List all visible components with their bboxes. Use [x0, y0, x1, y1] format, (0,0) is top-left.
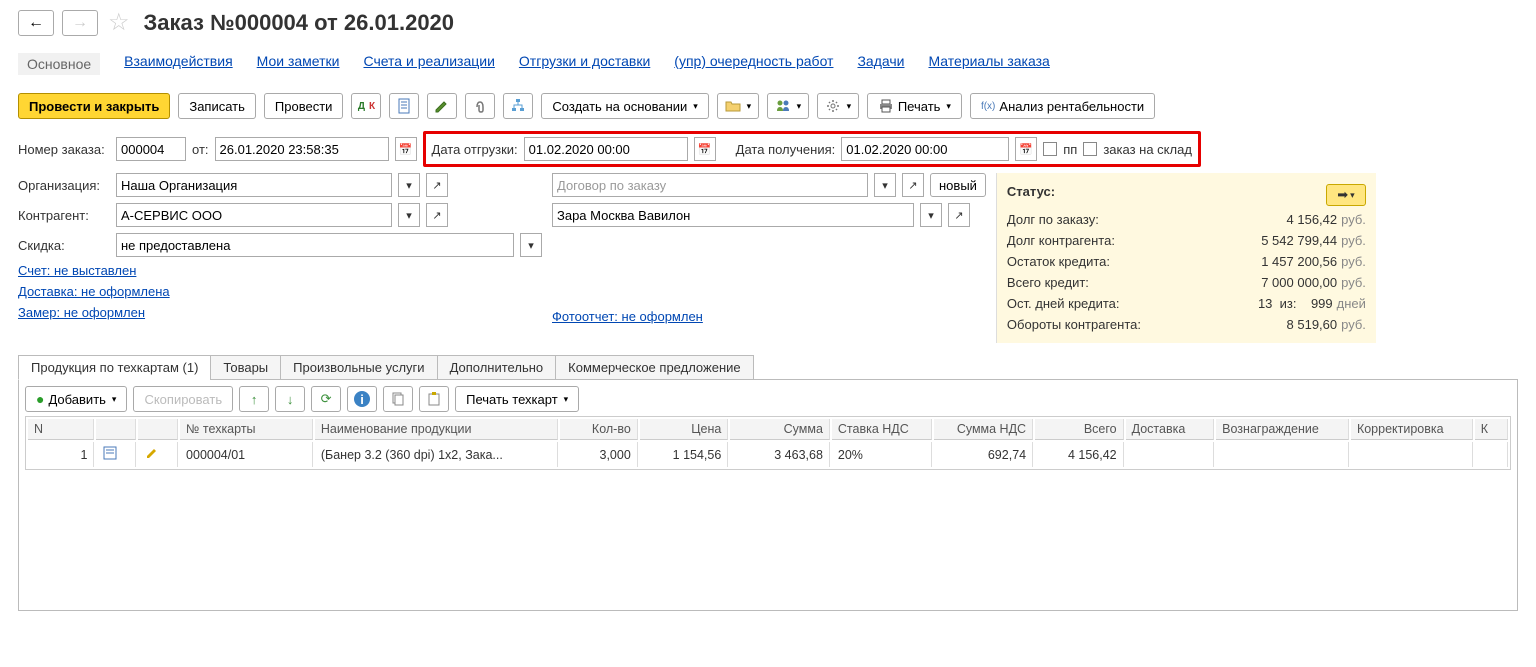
shipment-date-label: Дата отгрузки:: [432, 142, 518, 157]
receive-date-label: Дата получения:: [736, 142, 836, 157]
plus-icon: ●: [36, 391, 44, 407]
org-input[interactable]: [116, 173, 392, 197]
dropdown-icon[interactable]: ▾: [874, 173, 896, 197]
photo-report-link[interactable]: Фотоотчет: не оформлен: [552, 309, 703, 324]
nav-forward-button[interactable]: →: [62, 10, 98, 36]
move-up-icon[interactable]: ↑: [239, 386, 269, 412]
open-icon[interactable]: ↗: [902, 173, 924, 197]
status-arrow-button[interactable]: ➡ ▾: [1326, 184, 1366, 206]
highlighted-dates: Дата отгрузки: 📅 Дата получения: 📅 пп за…: [423, 131, 1201, 167]
main-toolbar: Провести и закрыть Записать Провести ДК …: [0, 85, 1536, 127]
dropdown-icon[interactable]: ▾: [398, 173, 420, 197]
status-panel: Статус: ➡ ▾ Долг по заказу:4 156,42руб. …: [996, 173, 1376, 343]
tab-tasks[interactable]: Задачи: [857, 53, 904, 75]
create-based-button[interactable]: Создать на основании▾: [541, 93, 708, 119]
nav-back-button[interactable]: ←: [18, 10, 54, 36]
refresh-icon[interactable]: ⟳: [311, 386, 341, 412]
subtab-goods[interactable]: Товары: [210, 355, 281, 380]
tab-interactions[interactable]: Взаимодействия: [124, 53, 233, 75]
add-button[interactable]: ●Добавить▾: [25, 386, 127, 412]
copy-button[interactable]: Скопировать: [133, 386, 233, 412]
info-icon[interactable]: i: [347, 386, 377, 412]
pp-label: пп: [1063, 142, 1077, 157]
contragent-input[interactable]: [116, 203, 392, 227]
grid-header-row: N № техкарты Наименование продукции Кол-…: [28, 419, 1508, 440]
profitability-button[interactable]: f(x)Анализ рентабельности: [970, 93, 1155, 119]
org-label: Организация:: [18, 178, 110, 193]
receive-date-input[interactable]: [841, 137, 1009, 161]
structure-icon[interactable]: [503, 93, 533, 119]
to-stock-checkbox[interactable]: [1083, 142, 1097, 156]
dt-kt-icon[interactable]: ДК: [351, 93, 381, 119]
tab-invoices[interactable]: Счета и реализации: [363, 53, 494, 75]
record-button[interactable]: Записать: [178, 93, 256, 119]
calendar-icon[interactable]: 📅: [694, 137, 716, 161]
nav-tabs: Основное Взаимодействия Мои заметки Счет…: [0, 41, 1536, 85]
subtab-offer[interactable]: Коммерческое предложение: [555, 355, 753, 380]
to-stock-label: заказ на склад: [1103, 142, 1192, 157]
process-button[interactable]: Провести: [264, 93, 344, 119]
from-label: от:: [192, 142, 209, 157]
subtab-body: ●Добавить▾ Скопировать ↑ ↓ ⟳ i Печать те…: [18, 379, 1518, 611]
contract-placeholder[interactable]: Договор по заказу: [557, 178, 666, 193]
grid-row[interactable]: 1 000004/01 (Банер 3.2 (360 dpi) 1x2, За…: [28, 442, 1508, 467]
grid-toolbar: ●Добавить▾ Скопировать ↑ ↓ ⟳ i Печать те…: [25, 386, 1511, 412]
invoice-link[interactable]: Счет: не выставлен: [18, 263, 136, 278]
dropdown-icon[interactable]: ▾: [920, 203, 942, 227]
subtab-products[interactable]: Продукция по техкартам (1): [18, 355, 211, 380]
delivery-link[interactable]: Доставка: не оформлена: [18, 284, 170, 299]
calendar-icon[interactable]: 📅: [395, 137, 417, 161]
document-row-icon[interactable]: [96, 442, 136, 467]
open-icon[interactable]: ↗: [426, 203, 448, 227]
sub-tabs: Продукция по техкартам (1) Товары Произв…: [18, 355, 1518, 380]
calendar-icon[interactable]: 📅: [1015, 137, 1037, 161]
address-input[interactable]: [552, 203, 914, 227]
print-techcards-button[interactable]: Печать техкарт▾: [455, 386, 579, 412]
measure-link[interactable]: Замер: не оформлен: [18, 305, 145, 320]
discount-label: Скидка:: [18, 238, 110, 253]
tab-main[interactable]: Основное: [18, 53, 100, 75]
status-title: Статус:: [1007, 184, 1055, 206]
open-icon[interactable]: ↗: [426, 173, 448, 197]
order-date-input[interactable]: [215, 137, 389, 161]
order-no-label: Номер заказа:: [18, 142, 110, 157]
tab-notes[interactable]: Мои заметки: [257, 53, 340, 75]
dropdown-icon[interactable]: ▾: [398, 203, 420, 227]
tab-shipments[interactable]: Отгрузки и доставки: [519, 53, 650, 75]
dropdown-icon[interactable]: ▾: [520, 233, 542, 257]
new-contract-button[interactable]: новый: [930, 173, 986, 197]
form-area: Номер заказа: от: 📅 Дата отгрузки: 📅 Дат…: [0, 127, 1536, 347]
subtab-services[interactable]: Произвольные услуги: [280, 355, 437, 380]
pp-checkbox[interactable]: [1043, 142, 1057, 156]
open-icon[interactable]: ↗: [948, 203, 970, 227]
edit-row-icon[interactable]: [138, 442, 178, 467]
print-button[interactable]: Печать▾: [867, 93, 962, 119]
order-no-input[interactable]: [116, 137, 186, 161]
move-down-icon[interactable]: ↓: [275, 386, 305, 412]
star-icon[interactable]: ☆: [108, 8, 130, 37]
paste-icon[interactable]: [419, 386, 449, 412]
users-icon[interactable]: ▾: [767, 93, 809, 119]
gear-icon[interactable]: ▾: [817, 93, 859, 119]
shipment-date-input[interactable]: [524, 137, 688, 161]
attach-icon[interactable]: [465, 93, 495, 119]
header: ← → ☆ Заказ №000004 от 26.01.2020: [0, 0, 1536, 41]
page-title: Заказ №000004 от 26.01.2020: [144, 10, 455, 36]
copy-to-clipboard-icon[interactable]: [383, 386, 413, 412]
tab-materials[interactable]: Материалы заказа: [928, 53, 1049, 75]
contragent-label: Контрагент:: [18, 208, 110, 223]
tab-queue[interactable]: (упр) очередность работ: [674, 53, 833, 75]
folder-icon[interactable]: ▾: [717, 93, 759, 119]
document-icon[interactable]: [389, 93, 419, 119]
subtab-additional[interactable]: Дополнительно: [437, 355, 557, 380]
edit-icon[interactable]: [427, 93, 457, 119]
process-close-button[interactable]: Провести и закрыть: [18, 93, 170, 119]
discount-input[interactable]: [116, 233, 514, 257]
products-grid: N № техкарты Наименование продукции Кол-…: [25, 416, 1511, 470]
